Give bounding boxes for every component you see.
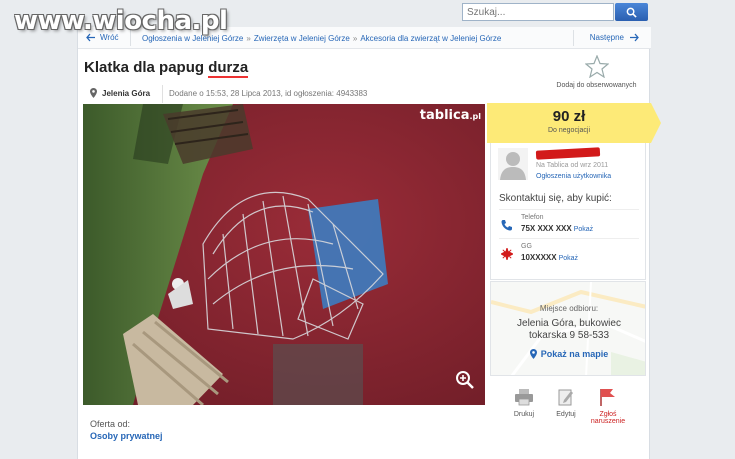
added-date: Dodane o 15:53, 28 Lipca 2013, id ogłosz… <box>169 89 368 98</box>
search-button[interactable] <box>615 3 648 21</box>
contact-heading: Skontaktuj się, aby kupić: <box>499 193 612 204</box>
listing-meta: Jelenia Góra Dodane o 15:53, 28 Lipca 20… <box>84 85 484 103</box>
title-text: Klatka dla papug <box>84 59 209 76</box>
offer-label: Oferta od: <box>90 419 131 429</box>
search-bar <box>462 3 648 21</box>
map-box[interactable]: Miejsce odbioru: Jelenia Góra, bukowiec … <box>490 281 646 376</box>
listing-photo[interactable]: tablica.pl <box>83 104 485 405</box>
report-label: Zgłoś <box>599 411 617 418</box>
divider <box>162 85 163 103</box>
offer-type-link[interactable]: Osoby prywatnej <box>90 431 163 441</box>
seller-box: Na Tablica od wrz 2011 Ogłoszenia użytko… <box>490 143 646 280</box>
edit-label: Edytuj <box>556 411 576 418</box>
arrow-right-icon <box>630 33 639 42</box>
search-icon <box>626 7 637 18</box>
user-icon <box>498 148 528 180</box>
pickup-address: Jelenia Góra, bukowiec tokarska 9 58-533 <box>517 318 621 341</box>
tablica-logo: tablica.pl <box>419 108 481 123</box>
gg-label: GG <box>521 243 532 250</box>
page-title: Klatka dla papug durza <box>84 59 249 78</box>
edit-button[interactable]: Edytuj <box>546 388 586 418</box>
breadcrumb-item[interactable]: Akcesoria dla zwierząt w Jeleniej Górze <box>360 34 501 43</box>
listing-actions: Drukuj Edytuj Zgłoś naruszenie <box>500 388 640 433</box>
next-label: Następne <box>589 33 624 42</box>
next-link[interactable]: Następne <box>590 33 639 42</box>
show-map-label: Pokaż na mapie <box>540 349 609 359</box>
divider <box>573 30 574 46</box>
phone-icon <box>501 220 512 231</box>
show-gg-link[interactable]: Pokaż <box>559 255 578 262</box>
offer-from: Oferta od: Osoby prywatnej <box>90 419 163 441</box>
seller-ads-link[interactable]: Ogłoszenia użytkownika <box>536 173 611 180</box>
phone-value: 75X XXX XXX Pokaż <box>521 224 594 233</box>
print-button[interactable]: Drukuj <box>504 388 544 418</box>
zoom-icon[interactable] <box>455 370 475 395</box>
location: Jelenia Góra <box>90 88 150 98</box>
watermark-logo: www.wiocha.pl <box>14 6 228 36</box>
avatar <box>498 148 528 182</box>
print-label: Drukuj <box>513 411 535 418</box>
price-negotiable: Do negocjacji <box>547 127 591 134</box>
edit-icon <box>558 389 573 406</box>
location-name: Jelenia Góra <box>102 88 151 98</box>
price-tag: 90 zł Do negocjacji <box>487 103 661 143</box>
seller-since: Na Tablica od wrz 2011 <box>536 162 609 169</box>
show-phone-link[interactable]: Pokaż <box>574 226 593 233</box>
report-button[interactable]: Zgłoś naruszenie <box>588 388 628 425</box>
location-pin-icon <box>90 88 97 98</box>
phone-row: Telefon 75X XXX XXX Pokaż <box>499 209 639 237</box>
cage-photo <box>83 104 485 405</box>
gg-icon <box>501 248 513 260</box>
price-amount: 90 zł <box>552 108 586 125</box>
gg-row: GG 10XXXXX Pokaż <box>499 238 639 266</box>
watchlist-label: Dodaj do obserwowanych <box>556 82 637 89</box>
show-map-link[interactable]: Pokaż na mapie <box>491 349 645 359</box>
gg-value: 10XXXXX Pokaż <box>521 253 579 262</box>
flag-icon <box>600 389 615 406</box>
seller-name-redacted <box>535 147 601 160</box>
search-input[interactable] <box>462 3 614 21</box>
phone-label: Telefon <box>521 214 544 221</box>
pickup-label: Miejsce odbioru: <box>539 304 599 313</box>
title-highlighted-word: durza <box>208 59 249 78</box>
add-to-watchlist-button[interactable]: Dodaj do obserwowanych <box>549 55 644 89</box>
printer-icon <box>515 389 533 406</box>
star-icon <box>584 55 609 78</box>
location-pin-icon <box>529 349 537 359</box>
report-label-2: naruszenie <box>590 418 626 425</box>
breadcrumb-item[interactable]: Zwierzęta w Jeleniej Górze <box>254 34 350 43</box>
